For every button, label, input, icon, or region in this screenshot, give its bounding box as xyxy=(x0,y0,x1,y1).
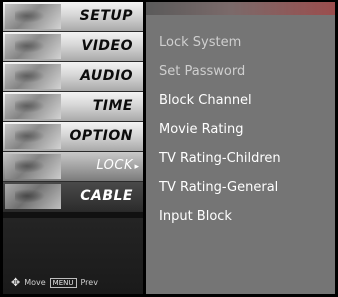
menu-item-lock[interactable]: LOCK ▸ xyxy=(3,152,143,182)
option-movie-rating[interactable]: Movie Rating xyxy=(159,122,244,137)
option-icon xyxy=(5,124,61,149)
time-icon xyxy=(5,94,61,119)
menu-item-label: LOCK xyxy=(96,158,133,173)
menu-item-label: OPTION xyxy=(69,128,133,144)
lock-icon xyxy=(5,154,61,179)
tv-osd-frame: SETUP VIDEO AUDIO TIME OPTION LOCK ▸ CAB… xyxy=(0,0,338,297)
menu-item-time[interactable]: TIME xyxy=(3,92,143,122)
cable-icon xyxy=(5,184,61,209)
move-arrows-icon: ✥ xyxy=(11,276,21,289)
move-hint: Move xyxy=(24,278,46,287)
navigation-hints: ✥ Move MENU Prev xyxy=(11,276,98,289)
audio-icon xyxy=(5,64,61,89)
menu-item-label: CABLE xyxy=(80,188,133,204)
option-set-password[interactable]: Set Password xyxy=(159,64,245,79)
option-tv-rating-children[interactable]: TV Rating-Children xyxy=(159,151,281,166)
lock-submenu-panel: Lock System Set Password Block Channel M… xyxy=(146,2,335,294)
setup-icon xyxy=(5,4,61,29)
menu-item-label: AUDIO xyxy=(80,68,133,84)
option-input-block[interactable]: Input Block xyxy=(159,209,232,224)
submenu-top-bar xyxy=(146,2,335,15)
main-menu-sidebar: SETUP VIDEO AUDIO TIME OPTION LOCK ▸ CAB… xyxy=(3,2,143,294)
menu-item-label: VIDEO xyxy=(81,38,133,54)
prev-hint: Prev xyxy=(80,278,98,287)
menu-key-icon: MENU xyxy=(49,277,77,288)
option-lock-system[interactable]: Lock System xyxy=(159,35,241,50)
submenu-arrow-icon: ▸ xyxy=(134,162,139,172)
video-icon xyxy=(5,34,61,59)
option-tv-rating-general[interactable]: TV Rating-General xyxy=(159,180,278,195)
menu-item-cable[interactable]: CABLE xyxy=(3,182,143,212)
menu-item-setup[interactable]: SETUP xyxy=(3,2,143,32)
menu-item-label: TIME xyxy=(92,98,133,114)
menu-footer: ✥ Move MENU Prev xyxy=(3,218,143,294)
menu-item-option[interactable]: OPTION xyxy=(3,122,143,152)
menu-item-audio[interactable]: AUDIO xyxy=(3,62,143,92)
menu-item-video[interactable]: VIDEO xyxy=(3,32,143,62)
option-block-channel[interactable]: Block Channel xyxy=(159,93,252,108)
menu-item-label: SETUP xyxy=(79,8,133,24)
